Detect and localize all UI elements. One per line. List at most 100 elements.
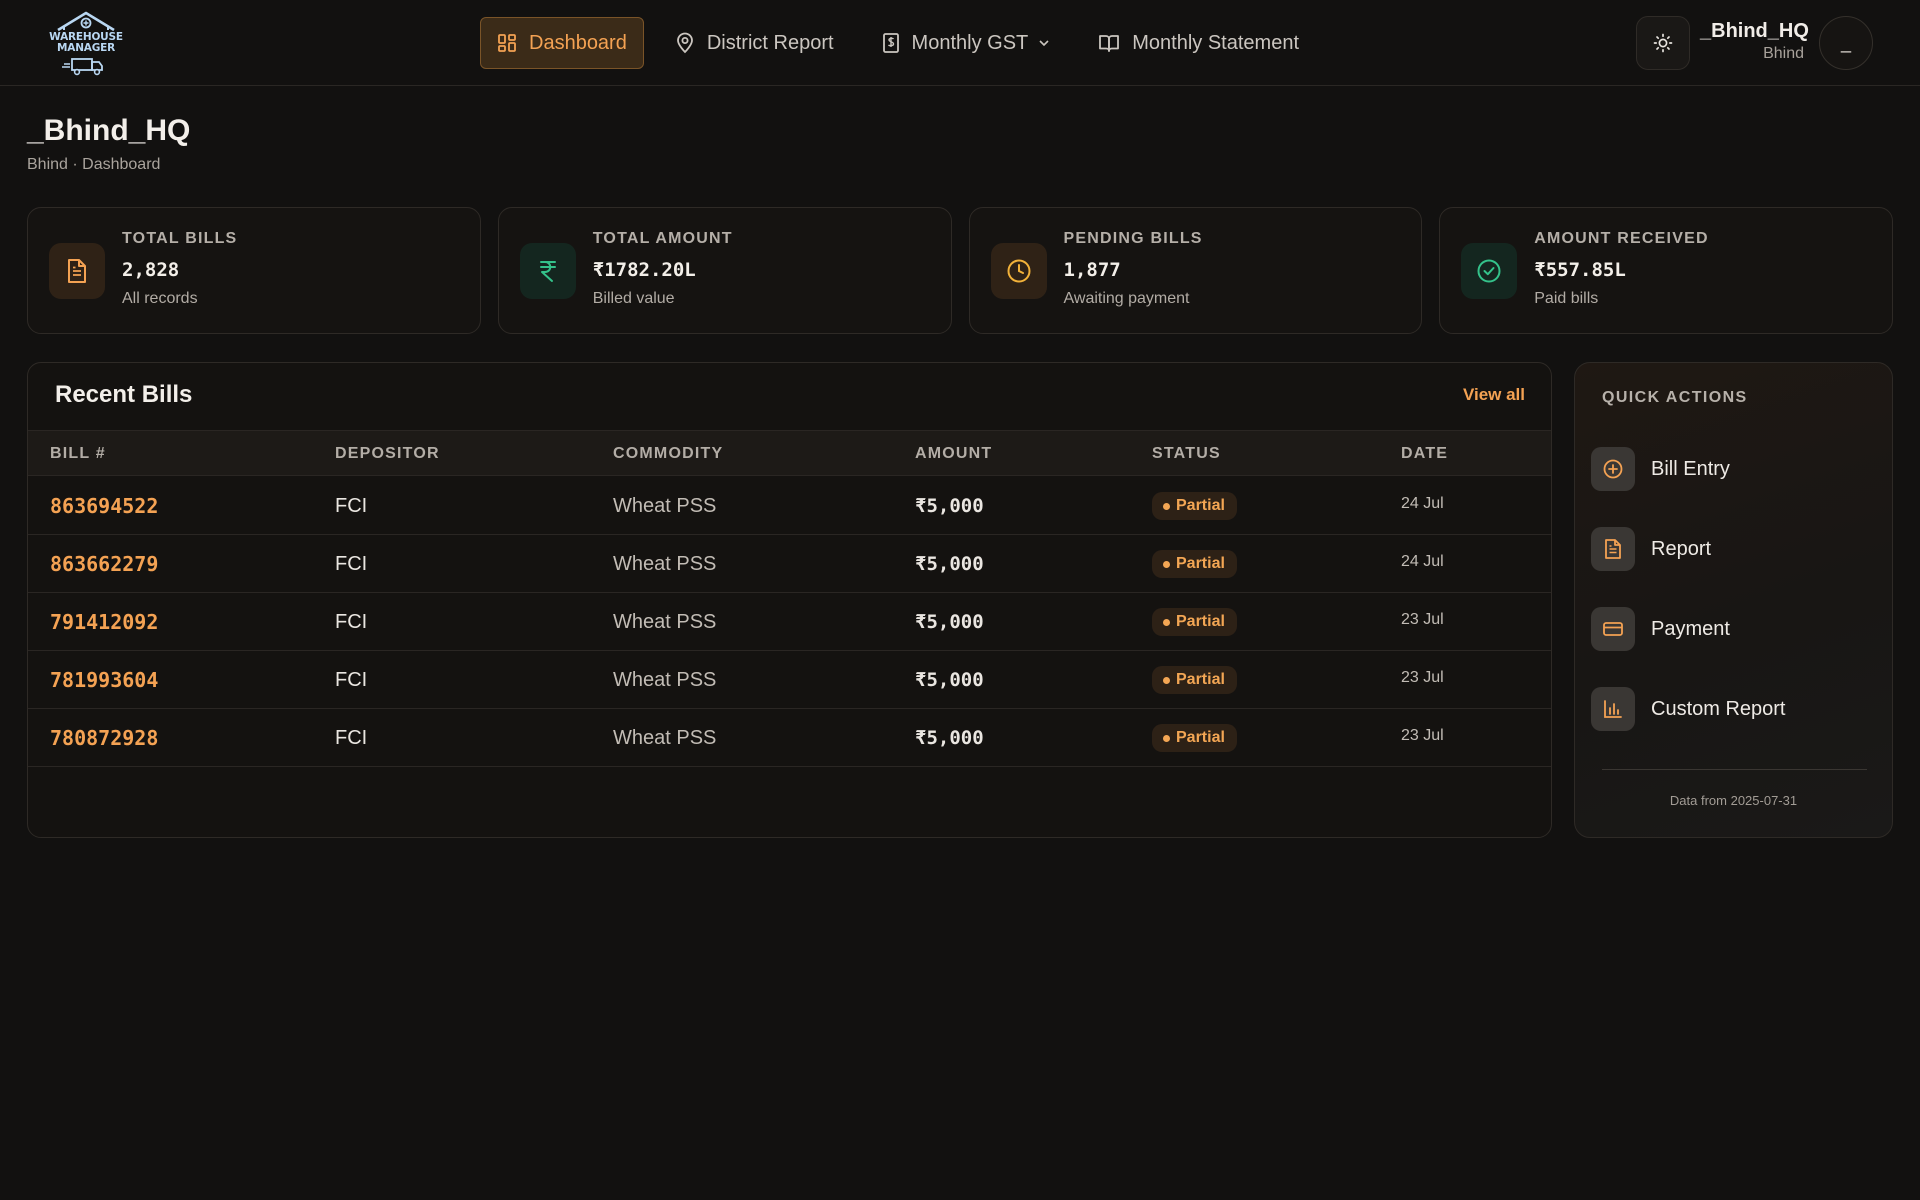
stat-sub: Paid bills <box>1534 290 1599 307</box>
document-icon <box>1591 527 1635 571</box>
stat-card-amount-received: AMOUNT RECEIVED ₹557.85L Paid bills <box>1439 207 1893 334</box>
page-title: _Bhind_HQ <box>27 114 191 147</box>
view-all-link[interactable]: View all <box>1463 385 1525 405</box>
column-header-status[interactable]: STATUS <box>1152 431 1221 477</box>
nav-dashboard-label: Dashboard <box>529 31 627 54</box>
avatar[interactable]: _ <box>1819 16 1873 70</box>
status-badge: Partial <box>1152 550 1237 578</box>
quick-action-label: Report <box>1651 537 1712 560</box>
table-row[interactable]: 791412092 FCI Wheat PSS ₹5,000 Partial 2… <box>28 593 1551 651</box>
quick-action-report[interactable]: Report <box>1591 519 1878 579</box>
credit-card-icon <box>1591 607 1635 651</box>
stat-sub: All records <box>122 290 198 307</box>
stat-card-pending-bills: PENDING BILLS 1,877 Awaiting payment <box>968 207 1423 334</box>
date-cell: 24 Jul <box>1401 553 1444 570</box>
quick-action-label: Payment <box>1651 617 1730 640</box>
nav-monthly-gst-label: Monthly GST <box>911 31 1029 54</box>
column-header-amount[interactable]: AMOUNT <box>915 431 992 477</box>
data-date-note: Data from 2025-07-31 <box>1669 793 1798 808</box>
warehouse-manager-logo[interactable]: WAREHOUSE MANAGER <box>44 8 128 78</box>
map-pin-icon <box>676 32 693 54</box>
nav-monthly-statement-label: Monthly Statement <box>1132 31 1299 54</box>
table-row[interactable]: 863662279 FCI Wheat PSS ₹5,000 Partial 2… <box>28 535 1551 593</box>
column-header-bill[interactable]: BILL # <box>50 431 106 477</box>
quick-action-bill-entry[interactable]: Bill Entry <box>1591 439 1878 499</box>
plus-circle-icon <box>1591 447 1635 491</box>
nav-dashboard[interactable]: Dashboard <box>480 17 644 69</box>
bill-number-link[interactable]: 791412092 <box>50 593 158 651</box>
receipt-icon <box>882 33 899 53</box>
recent-bills-title: Recent Bills <box>55 381 193 408</box>
table-row[interactable]: 863694522 FCI Wheat PSS ₹5,000 Partial 2… <box>28 477 1551 535</box>
date-cell: 23 Jul <box>1401 727 1444 744</box>
sun-icon <box>1653 33 1673 53</box>
recent-bills-panel: Recent Bills View all BILL # DEPOSITOR C… <box>27 362 1552 838</box>
bill-number-link[interactable]: 781993604 <box>50 651 158 709</box>
status-label: Partial <box>1176 555 1225 572</box>
amount-cell: ₹5,000 <box>915 727 984 749</box>
depositor-cell: FCI <box>335 669 368 691</box>
commodity-cell: Wheat PSS <box>613 553 717 575</box>
column-header-date[interactable]: DATE <box>1401 431 1448 477</box>
commodity-cell: Wheat PSS <box>613 611 717 633</box>
breadcrumb: Bhind · Dashboard <box>27 156 161 173</box>
stat-label: AMOUNT RECEIVED <box>1534 230 1709 247</box>
rupee-icon <box>519 243 576 299</box>
stat-label: TOTAL BILLS <box>122 230 238 247</box>
nav-district-report-label: District Report <box>706 31 834 54</box>
theme-toggle-button[interactable] <box>1636 16 1690 70</box>
date-cell: 23 Jul <box>1401 611 1444 628</box>
nav-monthly-statement[interactable]: Monthly Statement <box>1081 17 1316 69</box>
stat-card-total-bills: TOTAL BILLS 2,828 All records <box>27 207 481 334</box>
clock-icon <box>990 243 1047 299</box>
column-header-depositor[interactable]: DEPOSITOR <box>335 431 440 477</box>
status-dot <box>1163 560 1170 568</box>
stat-value: ₹1782.20L <box>592 259 696 281</box>
document-icon <box>49 243 105 299</box>
status-dot <box>1163 618 1170 626</box>
table-row[interactable]: 781993604 FCI Wheat PSS ₹5,000 Partial 2… <box>28 651 1551 709</box>
amount-cell: ₹5,000 <box>915 553 984 575</box>
amount-cell: ₹5,000 <box>915 495 984 517</box>
check-circle-icon <box>1461 243 1518 299</box>
quick-action-payment[interactable]: Payment <box>1591 599 1878 659</box>
quick-actions-title: QUICK ACTIONS <box>1602 389 1748 406</box>
book-icon <box>1099 35 1120 52</box>
table-row[interactable]: 780872928 FCI Wheat PSS ₹5,000 Partial 2… <box>28 709 1551 767</box>
status-badge: Partial <box>1152 608 1237 636</box>
stat-value: ₹557.85L <box>1534 259 1626 281</box>
divider <box>1602 769 1867 770</box>
nav-monthly-gst[interactable]: Monthly GST <box>865 17 1068 69</box>
stat-sub: Awaiting payment <box>1063 290 1190 307</box>
status-label: Partial <box>1176 671 1225 688</box>
chevron-down-icon <box>1039 40 1049 47</box>
commodity-cell: Wheat PSS <box>613 669 717 691</box>
amount-cell: ₹5,000 <box>915 669 984 691</box>
table-header: BILL # DEPOSITOR COMMODITY AMOUNT STATUS… <box>28 430 1551 476</box>
status-label: Partial <box>1176 613 1225 630</box>
status-badge: Partial <box>1152 492 1237 520</box>
logo-text: WAREHOUSE MANAGER <box>44 32 128 54</box>
bill-number-link[interactable]: 863694522 <box>50 477 158 535</box>
user-location: Bhind <box>1763 45 1804 62</box>
nav-district-report[interactable]: District Report <box>658 17 851 69</box>
quick-actions-panel: QUICK ACTIONS Bill Entry Report Payment … <box>1574 362 1893 838</box>
user-name: _Bhind_HQ <box>1700 20 1809 42</box>
user-info: _Bhind_HQ Bhind <box>1700 18 1809 64</box>
column-header-commodity[interactable]: COMMODITY <box>613 431 723 477</box>
bar-chart-icon <box>1591 687 1635 731</box>
depositor-cell: FCI <box>335 553 368 575</box>
commodity-cell: Wheat PSS <box>613 495 717 517</box>
stat-label: PENDING BILLS <box>1063 230 1203 247</box>
depositor-cell: FCI <box>335 611 368 633</box>
bill-number-link[interactable]: 863662279 <box>50 535 158 593</box>
bill-number-link[interactable]: 780872928 <box>50 709 158 767</box>
stat-label: TOTAL AMOUNT <box>592 230 733 247</box>
depositor-cell: FCI <box>335 727 368 749</box>
stat-value: 2,828 <box>122 259 180 281</box>
quick-action-custom-report[interactable]: Custom Report <box>1591 679 1878 739</box>
commodity-cell: Wheat PSS <box>613 727 717 749</box>
date-cell: 23 Jul <box>1401 669 1444 686</box>
quick-action-label: Bill Entry <box>1651 457 1730 480</box>
stat-sub: Billed value <box>592 290 675 307</box>
